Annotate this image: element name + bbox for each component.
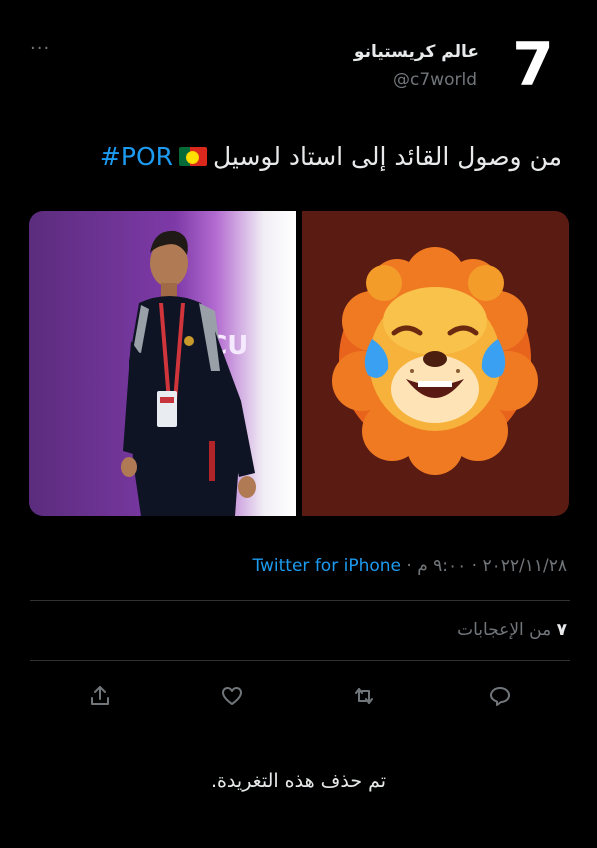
like-button[interactable] — [217, 682, 247, 710]
divider — [30, 660, 570, 661]
display-name[interactable]: عالم كريستيانو — [354, 42, 479, 62]
tweet-media[interactable]: RLD CU2022 — [29, 211, 569, 516]
portugal-flag-icon — [179, 147, 207, 166]
lion-face-icon — [332, 247, 538, 475]
tweet-body: من وصول القائد إلى استاد لوسيل — [213, 142, 562, 171]
likes-count: ٧ — [556, 620, 567, 640]
avatar[interactable]: 7 — [508, 30, 558, 100]
deleted-notice: تم حذف هذه التغريدة. — [210, 770, 387, 792]
reply-button[interactable] — [485, 682, 515, 710]
player-photo[interactable]: RLD CU2022 — [29, 211, 296, 516]
share-icon — [91, 686, 109, 705]
tweet-source-link[interactable]: Twitter for iPhone — [252, 556, 401, 576]
crying-laughing-lion-emoji[interactable] — [302, 211, 569, 516]
hashtag-link[interactable]: #POR — [100, 142, 173, 171]
player-figure — [121, 230, 256, 516]
tweet-text: من وصول القائد إلى استاد لوسيل #POR — [100, 142, 562, 171]
share-button[interactable] — [85, 682, 115, 710]
likes-stat[interactable]: ٧ من الإعجابات — [457, 620, 567, 640]
divider — [30, 600, 570, 601]
tweet-time: ٩:٠٠ م — [417, 556, 467, 576]
tweet-meta: ٢٠٢٢/١١/٢٨ · ٩:٠٠ م · Twitter for iPhone — [252, 556, 567, 576]
reply-icon — [490, 687, 510, 706]
retweet-button[interactable] — [349, 682, 379, 710]
retweet-icon — [355, 688, 373, 704]
heart-icon — [222, 687, 242, 705]
meta-separator: · — [471, 556, 478, 576]
tweet-date: ٢٠٢٢/١١/٢٨ — [482, 556, 567, 576]
more-options-icon[interactable]: ··· — [30, 38, 50, 59]
meta-separator-2: · — [406, 556, 412, 576]
likes-label: من الإعجابات — [457, 620, 552, 640]
user-handle[interactable]: @c7world — [393, 70, 477, 90]
